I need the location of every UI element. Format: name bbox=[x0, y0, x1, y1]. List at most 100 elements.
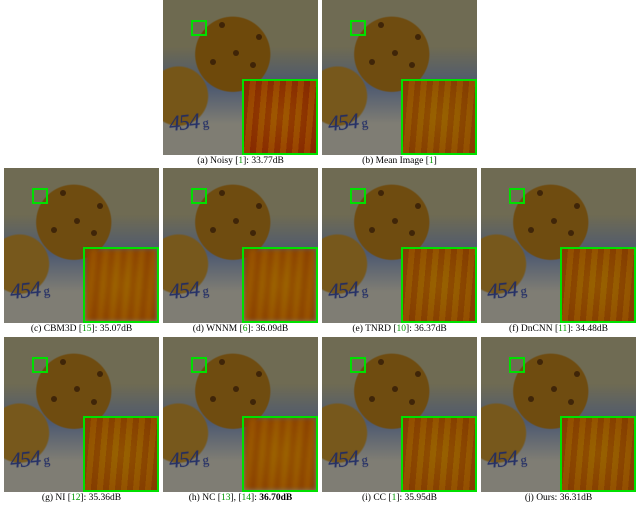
caption-ref: 10 bbox=[397, 324, 407, 334]
caption-letter: (h) bbox=[189, 493, 200, 503]
inset-background bbox=[403, 418, 475, 490]
result-image-j: 454 g bbox=[481, 337, 636, 492]
figure-cell-c: 454 g (c) CBM3D [15]: 35.07dB bbox=[4, 168, 159, 336]
result-image-a: 454 g bbox=[163, 0, 318, 155]
caption-ref: 14 bbox=[242, 493, 252, 503]
weight-text: 454 g bbox=[168, 275, 209, 305]
result-image-b: 454 g bbox=[322, 0, 477, 155]
caption-db: 35.07dB bbox=[100, 324, 132, 334]
figure-row: 454 g (a) Noisy [1]: 33.77dB 454 g (b) Mean… bbox=[0, 0, 640, 168]
caption-letter: (a) bbox=[197, 156, 208, 166]
inset-background bbox=[403, 81, 475, 153]
caption-letter: (c) bbox=[31, 324, 42, 334]
weight-text: 454 g bbox=[9, 275, 50, 305]
inset-zoom bbox=[242, 416, 318, 492]
caption-db: 33.77dB bbox=[251, 156, 283, 166]
roi-box bbox=[191, 357, 207, 373]
caption-method: NC bbox=[202, 493, 215, 503]
weight-text: 454 g bbox=[327, 275, 368, 305]
weight-text: 454 g bbox=[168, 444, 209, 474]
caption-j: (j) Ours: 36.31dB bbox=[525, 493, 592, 503]
inset-zoom bbox=[242, 247, 318, 323]
caption-method: WNNM bbox=[206, 324, 237, 334]
roi-box bbox=[350, 357, 366, 373]
caption-db: 36.09dB bbox=[256, 324, 288, 334]
caption-ref: 15 bbox=[82, 324, 92, 334]
caption-ref: 12 bbox=[71, 493, 81, 503]
inset-zoom bbox=[242, 79, 318, 155]
roi-box bbox=[509, 357, 525, 373]
caption-ref: 1 bbox=[238, 156, 243, 166]
inset-background bbox=[244, 418, 316, 490]
figure-cell-b: 454 g(b) Mean Image [1] bbox=[322, 0, 477, 168]
figure-row: 454 g (c) CBM3D [15]: 35.07dB 454 g (d) WNN… bbox=[0, 168, 640, 336]
result-image-c: 454 g bbox=[4, 168, 159, 323]
caption-method: DnCNN bbox=[521, 324, 553, 334]
weight-text: 454 g bbox=[327, 107, 368, 137]
inset-background bbox=[244, 81, 316, 153]
caption-method: CBM3D bbox=[44, 324, 77, 334]
caption-method: NI bbox=[55, 493, 65, 503]
caption-ref: 1 bbox=[392, 493, 397, 503]
roi-box bbox=[191, 188, 207, 204]
inset-zoom bbox=[560, 416, 636, 492]
caption-g: (g) NI [12]: 35.36dB bbox=[42, 493, 121, 503]
caption-db: 34.48dB bbox=[575, 324, 607, 334]
caption-c: (c) CBM3D [15]: 35.07dB bbox=[31, 324, 132, 334]
roi-box bbox=[350, 188, 366, 204]
caption-letter: (g) bbox=[42, 493, 53, 503]
caption-letter: (e) bbox=[352, 324, 363, 334]
caption-ref: 13 bbox=[221, 493, 231, 503]
inset-zoom bbox=[401, 416, 477, 492]
inset-zoom bbox=[560, 247, 636, 323]
figure-cell-e: 454 g (e) TNRD [10]: 36.37dB bbox=[322, 168, 477, 336]
roi-box bbox=[32, 357, 48, 373]
inset-background bbox=[85, 418, 157, 490]
inset-background bbox=[85, 249, 157, 321]
roi-box bbox=[509, 188, 525, 204]
caption-method: Noisy bbox=[210, 156, 233, 166]
caption-a: (a) Noisy [1]: 33.77dB bbox=[197, 156, 284, 166]
inset-zoom bbox=[83, 247, 159, 323]
caption-letter: (d) bbox=[193, 324, 204, 334]
roi-box bbox=[191, 20, 207, 36]
caption-db: 35.36dB bbox=[89, 493, 121, 503]
figure-cell-h: 454 g(h) NC [13], [14]: 36.70dB bbox=[163, 337, 318, 505]
weight-text: 454 g bbox=[486, 275, 527, 305]
figure-cell-a: 454 g (a) Noisy [1]: 33.77dB bbox=[163, 0, 318, 168]
result-image-e: 454 g bbox=[322, 168, 477, 323]
caption-i: (i) CC [1]: 35.95dB bbox=[362, 493, 437, 503]
caption-db: 36.37dB bbox=[414, 324, 446, 334]
caption-letter: (j) bbox=[525, 493, 534, 503]
inset-background bbox=[562, 418, 634, 490]
caption-db: 36.31dB bbox=[560, 493, 592, 503]
inset-background bbox=[403, 249, 475, 321]
weight-text: 454 g bbox=[486, 444, 527, 474]
inset-background bbox=[562, 249, 634, 321]
inset-zoom bbox=[401, 247, 477, 323]
caption-letter: (f) bbox=[509, 324, 519, 334]
inset-zoom bbox=[401, 79, 477, 155]
caption-method: CC bbox=[373, 493, 386, 503]
inset-zoom bbox=[83, 416, 159, 492]
figure-cell-j: 454 g (j) Ours: 36.31dB bbox=[481, 337, 636, 505]
caption-letter: (b) bbox=[362, 156, 373, 166]
caption-db: 35.95dB bbox=[405, 493, 437, 503]
caption-method: TNRD bbox=[365, 324, 391, 334]
caption-method: Ours bbox=[536, 493, 554, 503]
weight-text: 454 g bbox=[168, 107, 209, 137]
inset-background bbox=[244, 249, 316, 321]
caption-letter: (i) bbox=[362, 493, 371, 503]
figure-row: 454 g(g) NI [12]: 35.36dB454 g(h) NC [13… bbox=[0, 337, 640, 505]
caption-method: Mean Image bbox=[376, 156, 424, 166]
caption-d: (d) WNNM [6]: 36.09dB bbox=[193, 324, 288, 334]
weight-text: 454 g bbox=[9, 444, 50, 474]
figure-cell-f: 454 g(f) DnCNN [11]: 34.48dB bbox=[481, 168, 636, 336]
result-image-h: 454 g bbox=[163, 337, 318, 492]
caption-e: (e) TNRD [10]: 36.37dB bbox=[352, 324, 446, 334]
weight-text: 454 g bbox=[327, 444, 368, 474]
roi-box bbox=[32, 188, 48, 204]
caption-ref: 11 bbox=[558, 324, 567, 334]
result-image-f: 454 g bbox=[481, 168, 636, 323]
caption-ref: 6 bbox=[243, 324, 248, 334]
